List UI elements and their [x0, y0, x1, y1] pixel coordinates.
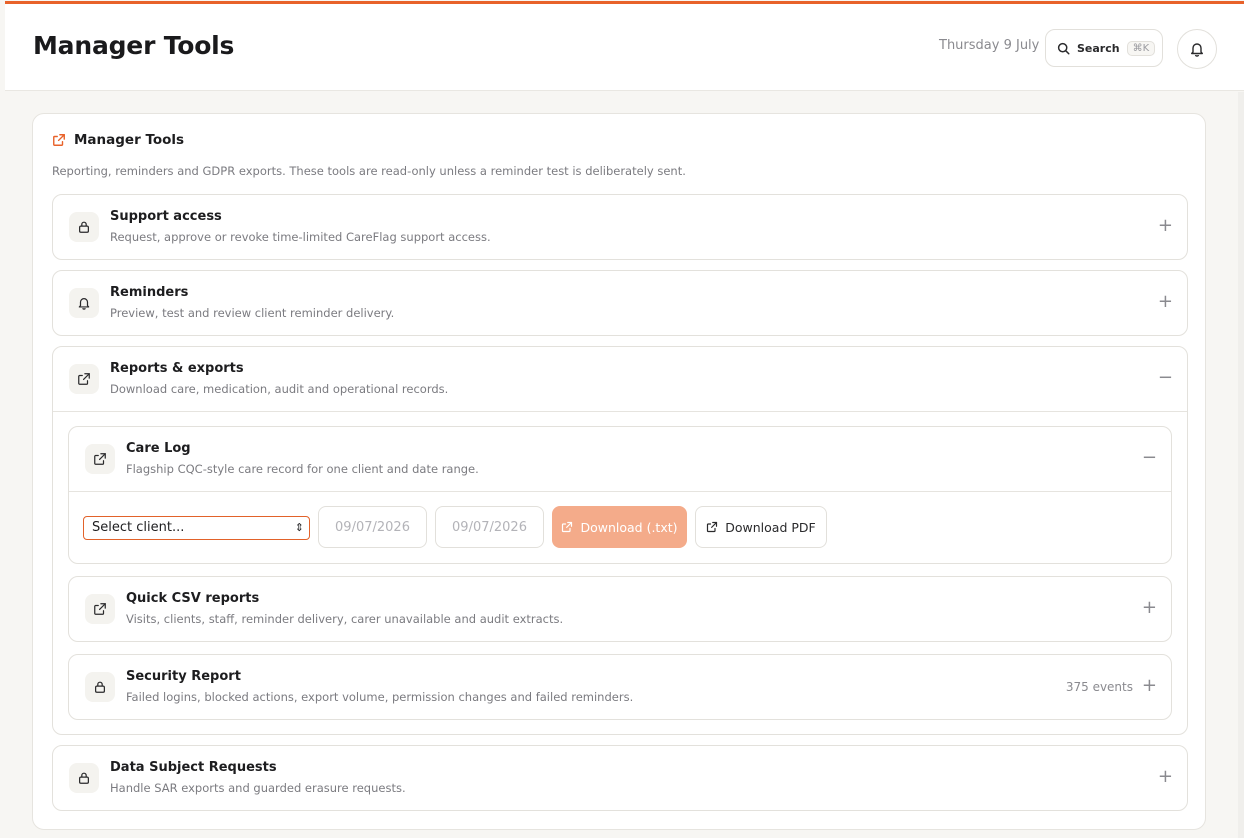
subsection-header-care-log[interactable]: Care Log Flagship CQC-style care record … [69, 427, 1171, 491]
bell-icon [1189, 41, 1205, 57]
download-txt-label: Download (.txt) [580, 519, 678, 535]
subsection-description: Visits, clients, staff, reminder deliver… [126, 612, 564, 626]
subsection-care-log: Care Log Flagship CQC-style care record … [68, 426, 1172, 564]
card-title: Manager Tools [74, 132, 185, 148]
search-button[interactable]: Search ⌘K [1045, 29, 1163, 67]
card-description: Reporting, reminders and GDPR exports. T… [52, 164, 686, 178]
section-description: Download care, medication, audit and ope… [110, 382, 449, 396]
notifications-button[interactable] [1177, 29, 1217, 69]
search-label: Search [1077, 41, 1120, 55]
collapse-icon[interactable]: − [1142, 448, 1157, 468]
external-link-icon [69, 364, 99, 394]
lock-icon [85, 672, 115, 702]
section-header-reports-exports[interactable]: Reports & exports Download care, medicat… [53, 347, 1187, 411]
subsection-quick-csv: Quick CSV reports Visits, clients, staff… [68, 576, 1172, 642]
download-pdf-label: Download PDF [725, 519, 816, 535]
current-date: Thursday 9 July [939, 38, 1040, 53]
download-txt-button[interactable]: Download (.txt) [552, 506, 687, 548]
section-divider [53, 411, 1187, 412]
subsection-title: Quick CSV reports [126, 591, 260, 606]
search-icon [1057, 42, 1070, 55]
section-reports-exports: Reports & exports Download care, medicat… [52, 346, 1188, 735]
scrollbar-track[interactable] [1238, 92, 1244, 838]
subsection-description: Flagship CQC-style care record for one c… [126, 462, 479, 476]
expand-icon[interactable]: + [1158, 767, 1173, 787]
section-description: Handle SAR exports and guarded erasure r… [110, 781, 406, 795]
subsection-header-quick-csv[interactable]: Quick CSV reports Visits, clients, staff… [69, 577, 1171, 641]
event-count: 375 events [1065, 680, 1133, 694]
page-title: Manager Tools [33, 31, 235, 60]
section-reminders: Reminders Preview, test and review clien… [52, 270, 1188, 336]
date-to-input[interactable]: 09/07/2026 [435, 506, 544, 548]
collapse-icon[interactable]: − [1158, 368, 1173, 388]
section-support-access: Support access Request, approve or revok… [52, 194, 1188, 260]
search-shortcut: ⌘K [1126, 40, 1156, 56]
client-select-value: Select client... [92, 520, 185, 535]
section-title: Support access [110, 209, 222, 224]
external-link-icon [85, 594, 115, 624]
section-title: Reports & exports [110, 361, 244, 376]
section-header-data-subject-requests[interactable]: Data Subject Requests Handle SAR exports… [53, 746, 1187, 810]
section-title: Reminders [110, 285, 189, 300]
care-log-controls: Select client... ⇕ 09/07/2026 09/07/2026… [69, 492, 1171, 563]
section-description: Request, approve or revoke time-limited … [110, 230, 491, 244]
section-description: Preview, test and review client reminder… [110, 306, 395, 320]
lock-icon [69, 763, 99, 793]
subsection-header-security-report[interactable]: Security Report Failed logins, blocked a… [69, 655, 1171, 719]
subsection-title: Security Report [126, 669, 241, 684]
external-link-icon [85, 444, 115, 474]
section-title: Data Subject Requests [110, 760, 277, 775]
expand-icon[interactable]: + [1142, 598, 1157, 618]
external-link-icon [561, 521, 573, 533]
section-data-subject-requests: Data Subject Requests Handle SAR exports… [52, 745, 1188, 811]
manager-tools-card: Manager Tools Reporting, reminders and G… [32, 113, 1206, 830]
subsection-security-report: Security Report Failed logins, blocked a… [68, 654, 1172, 720]
expand-icon[interactable]: + [1158, 216, 1173, 236]
client-select[interactable]: Select client... ⇕ [83, 516, 310, 540]
section-header-reminders[interactable]: Reminders Preview, test and review clien… [53, 271, 1187, 335]
section-header-support-access[interactable]: Support access Request, approve or revok… [53, 195, 1187, 259]
external-link-icon [52, 133, 66, 147]
subsection-description: Failed logins, blocked actions, export v… [126, 690, 634, 704]
expand-icon[interactable]: + [1142, 676, 1157, 696]
external-link-icon [706, 521, 718, 533]
bell-icon [69, 288, 99, 318]
app-header: Manager Tools Thursday 9 July Search ⌘K [5, 4, 1244, 91]
card-header: Manager Tools [52, 132, 184, 148]
date-from-input[interactable]: 09/07/2026 [318, 506, 427, 548]
expand-icon[interactable]: + [1158, 292, 1173, 312]
subsection-title: Care Log [126, 441, 191, 456]
download-pdf-button[interactable]: Download PDF [695, 506, 827, 548]
select-chevron-icon: ⇕ [294, 521, 304, 534]
lock-icon [69, 212, 99, 242]
